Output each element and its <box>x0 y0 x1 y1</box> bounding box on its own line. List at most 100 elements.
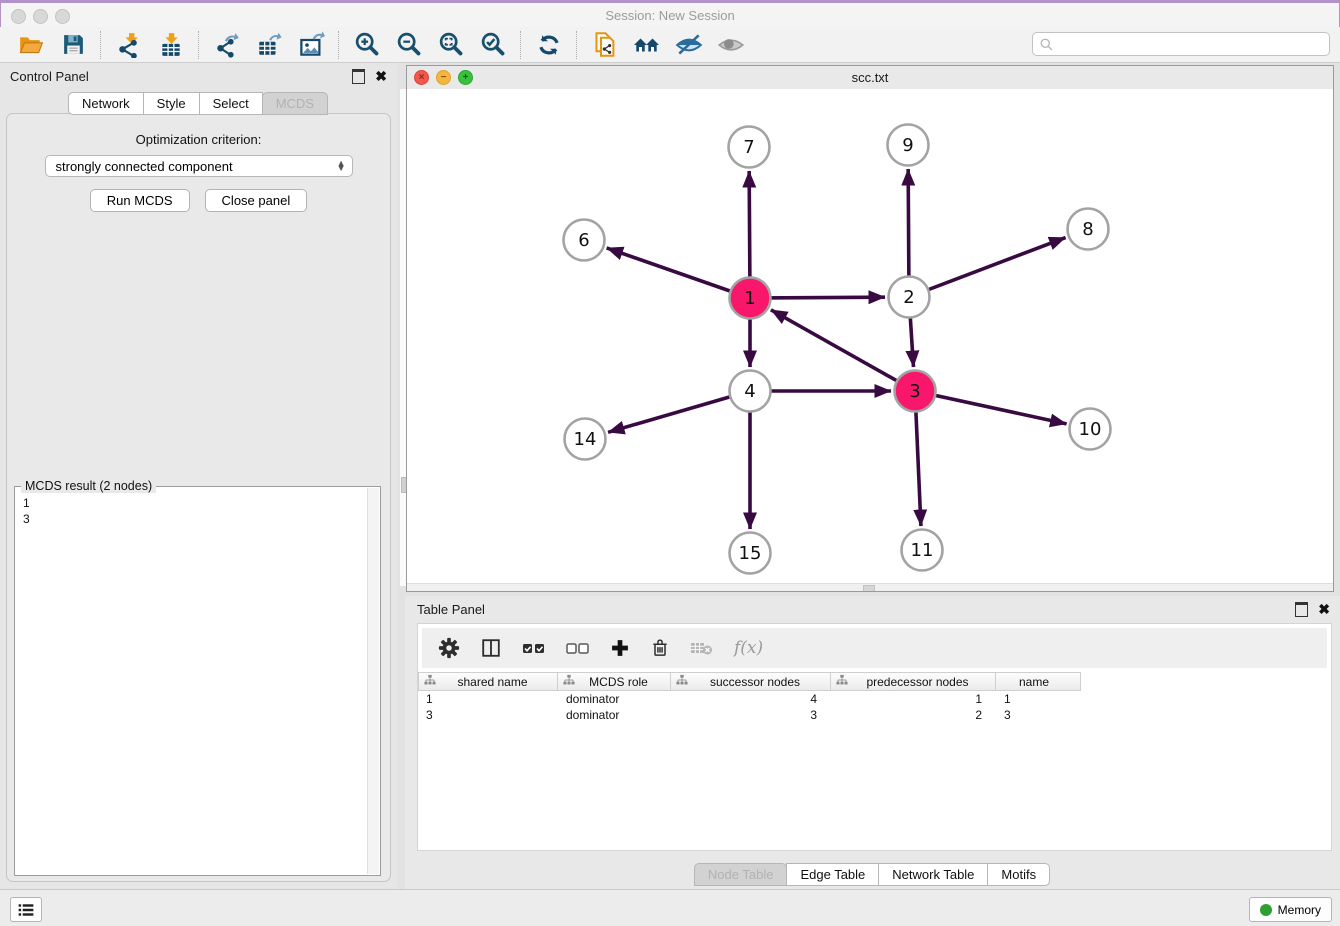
network-bottom-scrollbar[interactable] <box>407 583 1333 591</box>
table-settings-gear-icon[interactable] <box>438 637 460 659</box>
cell[interactable]: 3 <box>671 708 831 722</box>
optimization-criterion-dropdown[interactable]: strongly connected component ▲▼ <box>45 155 353 177</box>
function-builder-icon[interactable]: f(x) <box>734 638 763 658</box>
cell[interactable]: 3 <box>996 708 1081 722</box>
column-header-successor-nodes[interactable]: successor nodes <box>671 672 831 691</box>
table-tab-node-table[interactable]: Node Table <box>694 863 788 886</box>
delete-row-trash-icon[interactable] <box>650 638 670 658</box>
delete-column-icon[interactable] <box>690 639 714 657</box>
edge-4-14[interactable] <box>608 391 750 432</box>
close-table-panel-icon[interactable]: ✖ <box>1318 602 1330 616</box>
control-panel: Control Panel ✖ NetworkStyleSelectMCDS O… <box>0 63 397 890</box>
node-label-10: 10 <box>1079 419 1102 440</box>
dropdown-value: strongly connected component <box>56 159 337 174</box>
select-all-icon[interactable] <box>522 640 546 656</box>
first-neighbors-icon[interactable] <box>633 31 661 59</box>
deselect-all-icon[interactable] <box>566 640 590 656</box>
export-image-icon[interactable] <box>297 31 325 59</box>
network-minimize-button[interactable]: − <box>436 70 451 85</box>
network-maximize-button[interactable]: + <box>458 70 473 85</box>
new-network-from-selection-icon[interactable] <box>591 31 619 59</box>
cell[interactable]: dominator <box>558 708 671 722</box>
export-table-icon[interactable] <box>255 31 283 59</box>
search-icon <box>1039 37 1054 52</box>
node-table: shared name MCDS rolesuccessor nodes prede… <box>418 672 1331 723</box>
cell[interactable]: dominator <box>558 692 671 706</box>
column-type-icon <box>836 674 848 689</box>
table-tab-network-table[interactable]: Network Table <box>878 863 988 886</box>
close-panel-button[interactable]: Close panel <box>205 189 308 212</box>
cell[interactable]: 1 <box>831 692 996 706</box>
table-panel-tabs: Node TableEdge TableNetwork TableMotifs <box>405 863 1340 886</box>
column-header-predecessor-nodes[interactable]: predecessor nodes <box>831 672 996 691</box>
tab-select[interactable]: Select <box>199 92 263 115</box>
node-label-4: 4 <box>744 381 755 402</box>
table-tab-edge-table[interactable]: Edge Table <box>786 863 879 886</box>
task-history-button[interactable] <box>10 897 42 922</box>
network-close-button[interactable]: × <box>414 70 429 85</box>
column-type-icon <box>676 674 688 689</box>
control-panel-title: Control Panel <box>10 69 89 84</box>
toolbar-divider <box>338 31 340 59</box>
import-table-icon[interactable] <box>157 31 185 59</box>
add-row-icon[interactable] <box>610 638 630 658</box>
show-all-icon[interactable] <box>717 31 745 59</box>
mcds-result-text[interactable]: 13 <box>15 491 368 875</box>
result-scrollbar[interactable] <box>367 488 379 874</box>
cell[interactable]: 3 <box>418 708 558 722</box>
column-label: shared name <box>436 675 557 689</box>
node-label-14: 14 <box>574 429 597 450</box>
save-session-icon[interactable] <box>59 31 87 59</box>
memory-button[interactable]: Memory <box>1249 897 1332 922</box>
network-graph[interactable]: 7968124314101511 <box>407 89 1333 590</box>
control-panel-tabs: NetworkStyleSelectMCDS <box>0 92 397 115</box>
zoom-out-icon[interactable] <box>395 31 423 59</box>
close-panel-icon[interactable]: ✖ <box>375 69 387 83</box>
zoom-fit-icon[interactable] <box>437 31 465 59</box>
application-window: { "window": { "title": "Session: New Ses… <box>0 0 1340 926</box>
node-label-9: 9 <box>902 135 913 156</box>
search-box <box>1032 32 1330 56</box>
node-label-1: 1 <box>744 288 755 309</box>
edge-2-8[interactable] <box>909 238 1066 297</box>
edge-3-10[interactable] <box>915 391 1067 424</box>
optimization-criterion-label: Optimization criterion: <box>7 132 390 147</box>
table-row[interactable]: 1dominator411 <box>418 691 1331 707</box>
table-body: 1dominator4113dominator323 <box>418 691 1331 723</box>
run-mcds-button[interactable]: Run MCDS <box>90 189 190 212</box>
column-header-name[interactable]: name <box>996 672 1081 691</box>
column-label: predecessor nodes <box>848 675 995 689</box>
zoom-in-icon[interactable] <box>353 31 381 59</box>
search-input[interactable] <box>1054 34 1329 54</box>
node-label-6: 6 <box>578 230 589 251</box>
cell[interactable]: 2 <box>831 708 996 722</box>
export-network-icon[interactable] <box>213 31 241 59</box>
node-label-7: 7 <box>743 137 754 158</box>
cell[interactable]: 1 <box>418 692 558 706</box>
float-table-panel-icon[interactable] <box>1295 602 1308 617</box>
table-panel-title: Table Panel <box>417 602 485 617</box>
tab-network[interactable]: Network <box>68 92 144 115</box>
table-row[interactable]: 3dominator323 <box>418 707 1331 723</box>
column-header-shared-name[interactable]: shared name <box>418 672 558 691</box>
hide-selected-icon[interactable] <box>675 31 703 59</box>
tab-style[interactable]: Style <box>143 92 200 115</box>
show-columns-icon[interactable] <box>480 637 502 659</box>
edge-1-6[interactable] <box>607 248 750 298</box>
open-session-icon[interactable] <box>17 31 45 59</box>
network-canvas[interactable]: 7968124314101511 <box>407 89 1333 591</box>
zoom-selected-icon[interactable] <box>479 31 507 59</box>
table-toolbar: f(x) <box>422 628 1327 668</box>
table-tab-motifs[interactable]: Motifs <box>987 863 1050 886</box>
import-network-icon[interactable] <box>115 31 143 59</box>
column-label: MCDS role <box>575 675 670 689</box>
edge-3-1[interactable] <box>771 310 915 391</box>
main-region: Control Panel ✖ NetworkStyleSelectMCDS O… <box>0 63 1340 890</box>
tab-mcds[interactable]: MCDS <box>262 92 328 115</box>
float-panel-icon[interactable] <box>352 69 365 84</box>
cell[interactable]: 1 <box>996 692 1081 706</box>
column-header-MCDS-role[interactable]: MCDS role <box>558 672 671 691</box>
refresh-icon[interactable] <box>535 31 563 59</box>
scrollbar-grip[interactable] <box>863 585 875 591</box>
cell[interactable]: 4 <box>671 692 831 706</box>
